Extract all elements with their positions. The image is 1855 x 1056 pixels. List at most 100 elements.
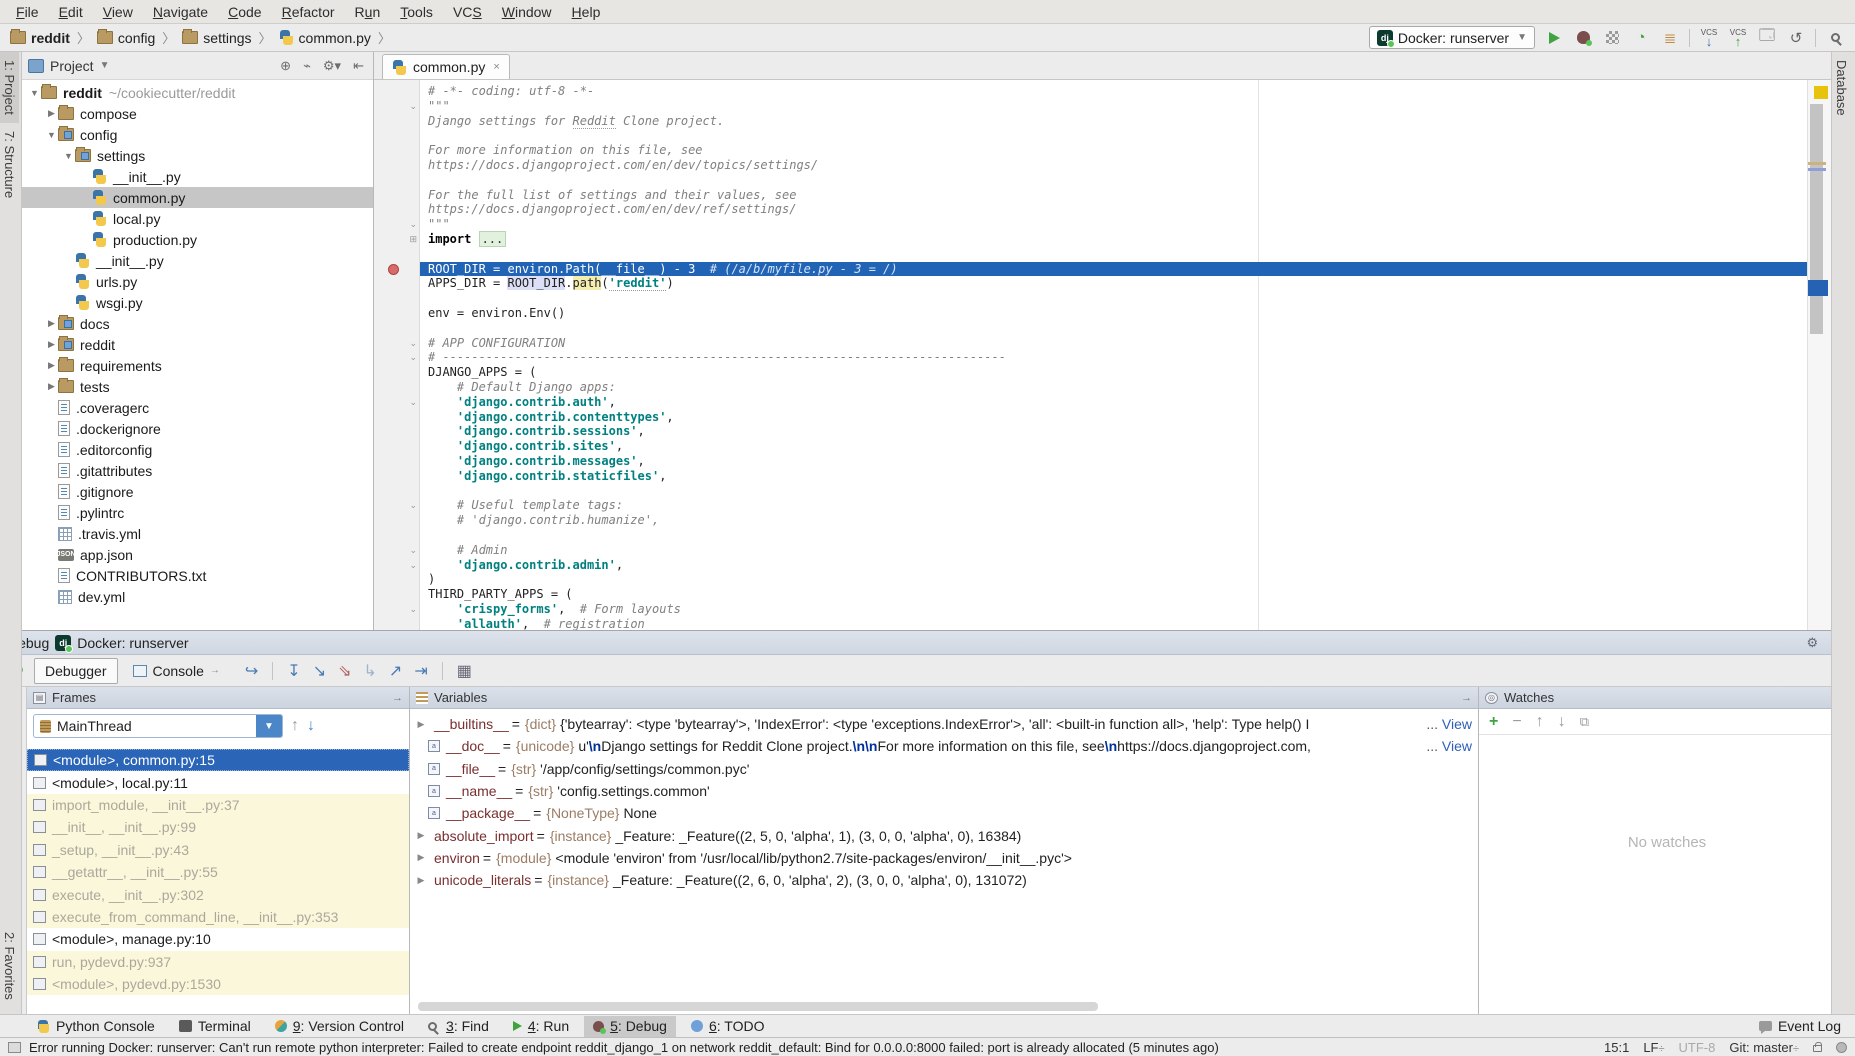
tool-tab-terminal[interactable]: Terminal [170,1016,260,1037]
expand-arrow-icon[interactable]: ▶ [414,875,428,886]
gear-icon[interactable]: ⚙▾ [320,58,344,74]
menu-view[interactable]: View [93,2,143,22]
tree-item-docs[interactable]: ▶docs [22,313,373,334]
evaluate-expression-button[interactable]: ▦ [457,661,472,681]
tree-item-urls-py[interactable]: urls.py [22,271,373,292]
code-line[interactable]: # --------------------------------------… [420,350,1807,365]
run-button[interactable] [1544,28,1564,48]
locate-file-button[interactable]: ⊕ [277,58,294,74]
code-line[interactable]: # Useful template tags: [420,498,1807,513]
frame-row[interactable]: __getattr__, __init__.py:55 [27,861,409,883]
horizontal-scrollbar[interactable] [418,1002,1098,1011]
code-line[interactable]: import ... [420,232,1807,247]
fold-toggle-icon[interactable]: ⌄ [409,560,417,571]
float-panel-icon[interactable]: → [1461,692,1472,704]
tool-tab-6-todo[interactable]: 6: TODO [682,1016,774,1037]
fold-toggle-icon[interactable]: ⌄ [409,352,417,363]
vcs-commit-button[interactable]: VCS↑ [1728,28,1748,48]
vcs-history-button[interactable]: 🗔 [1757,28,1777,48]
tool-tab-3-find[interactable]: 3: Find [419,1016,498,1037]
tree-item--init-py[interactable]: __init__.py [22,166,373,187]
frame-row[interactable]: execute, __init__.py:302 [27,883,409,905]
chevron-icon[interactable]: ▶ [45,108,58,119]
next-frame-button[interactable]: ↓ [307,717,315,735]
menu-run[interactable]: Run [345,2,391,22]
tool-tab-1-project[interactable]: 1: Project [0,52,19,123]
tree-item--init-py[interactable]: __init__.py [22,250,373,271]
breakpoint-icon[interactable] [388,264,399,275]
code-line[interactable]: https://docs.djangoproject.com/en/dev/to… [420,158,1807,173]
frame-row[interactable]: <module>, local.py:11 [27,771,409,793]
show-execution-point-button[interactable]: ↪ [245,661,258,681]
current-debug-line[interactable]: ROOT_DIR = environ.Path(__file__) - 3 # … [420,262,1807,277]
chevron-down-icon[interactable]: ▼ [100,60,110,71]
rollback-button[interactable]: ↺ [1786,28,1806,48]
frame-row[interactable]: <module>, pydevd.py:1530 [27,973,409,995]
variable-row[interactable]: ▶unicode_literals={instance}_Feature: _F… [410,869,1478,891]
frame-row[interactable]: _setup, __init__.py:43 [27,839,409,861]
tool-tab-python-console[interactable]: Python Console [28,1016,164,1037]
menu-file[interactable]: File [6,2,49,22]
search-everywhere-button[interactable] [1825,28,1845,48]
code-line[interactable]: APPS_DIR = ROOT_DIR.path('reddit') [420,276,1807,291]
expand-arrow-icon[interactable]: ▶ [414,852,428,863]
code-line[interactable]: # Default Django apps: [420,380,1807,395]
code-line[interactable]: 'django.contrib.sessions', [420,424,1807,439]
variable-row[interactable]: ▶__builtins__={dict}{'bytearray': <type … [410,713,1478,735]
fold-toggle-icon[interactable]: ⊞ [409,234,417,245]
tree-item-dev-yml[interactable]: dev.yml [22,586,373,607]
thread-selector[interactable]: MainThread ▼ [33,714,283,738]
tab-console[interactable]: Console → [122,658,231,684]
editor-error-stripe[interactable] [1807,80,1831,630]
menu-navigate[interactable]: Navigate [143,2,218,22]
frame-row[interactable]: <module>, common.py:15 [27,749,409,771]
code-line[interactable]: """ [420,217,1807,232]
expand-arrow-icon[interactable]: ▶ [414,719,428,730]
tree-item--dockerignore[interactable]: .dockerignore [22,418,373,439]
fold-toggle-icon[interactable]: ⌄ [409,604,417,615]
float-panel-icon[interactable]: → [392,692,403,704]
previous-frame-button[interactable]: ↑ [291,717,299,735]
tree-item-reddit[interactable]: ▼reddit~/cookiecutter/reddit [22,82,373,103]
notifications-icon[interactable] [1836,1042,1847,1053]
step-out-button[interactable]: ↗ [389,661,402,681]
code-line[interactable]: 'allauth', # registration [420,617,1807,630]
encoding-widget[interactable]: UTF-8 [1679,1040,1716,1055]
hide-panel-button[interactable]: ⇤ [350,58,367,74]
code-line[interactable]: 'django.contrib.contenttypes', [420,410,1807,425]
breadcrumb-item[interactable]: common.py [277,30,373,46]
code-line[interactable]: 'django.contrib.sites', [420,439,1807,454]
tool-tab-database[interactable]: Database [1832,52,1851,124]
chevron-icon[interactable]: ▶ [45,318,58,329]
tree-item--gitignore[interactable]: .gitignore [22,481,373,502]
move-watch-down-button[interactable]: ↓ [1558,713,1566,731]
tool-tab-5-debug[interactable]: 5: Debug [584,1016,676,1037]
editor-tab-common-py[interactable]: common.py × [382,54,510,79]
line-separator-widget[interactable]: LF÷ [1643,1040,1664,1055]
menu-tools[interactable]: Tools [390,2,443,22]
code-line[interactable] [420,173,1807,188]
variable-row[interactable]: a__name__={str}'config.settings.common' [410,780,1478,802]
code-line[interactable]: For the full list of settings and their … [420,188,1807,203]
code-line[interactable]: 'django.contrib.staticfiles', [420,469,1807,484]
fold-toggle-icon[interactable]: ⌄ [409,219,417,230]
frame-row[interactable]: __init__, __init__.py:99 [27,816,409,838]
tree-item-common-py[interactable]: common.py [22,187,373,208]
chevron-icon[interactable]: ▶ [45,360,58,371]
frame-row[interactable]: execute_from_command_line, __init__.py:3… [27,906,409,928]
editor-scrollbar-thumb[interactable] [1810,104,1823,334]
frame-row[interactable]: <module>, manage.py:10 [27,928,409,950]
variable-row[interactable]: ▶environ={module}<module 'environ' from … [410,847,1478,869]
code-line[interactable] [420,484,1807,499]
step-over-button[interactable]: ↧ [287,661,300,681]
chevron-icon[interactable]: ▶ [45,339,58,350]
code-line[interactable]: https://docs.djangoproject.com/en/dev/re… [420,202,1807,217]
code-line[interactable] [420,291,1807,306]
code-line[interactable]: """ [420,99,1807,114]
menu-edit[interactable]: Edit [49,2,93,22]
add-watch-button[interactable]: + [1489,713,1498,731]
concurrency-diagram-button[interactable]: ≣ [1660,28,1680,48]
coverage-button[interactable] [1602,28,1622,48]
chevron-icon[interactable]: ▼ [62,151,75,161]
tree-item-contributors-txt[interactable]: CONTRIBUTORS.txt [22,565,373,586]
